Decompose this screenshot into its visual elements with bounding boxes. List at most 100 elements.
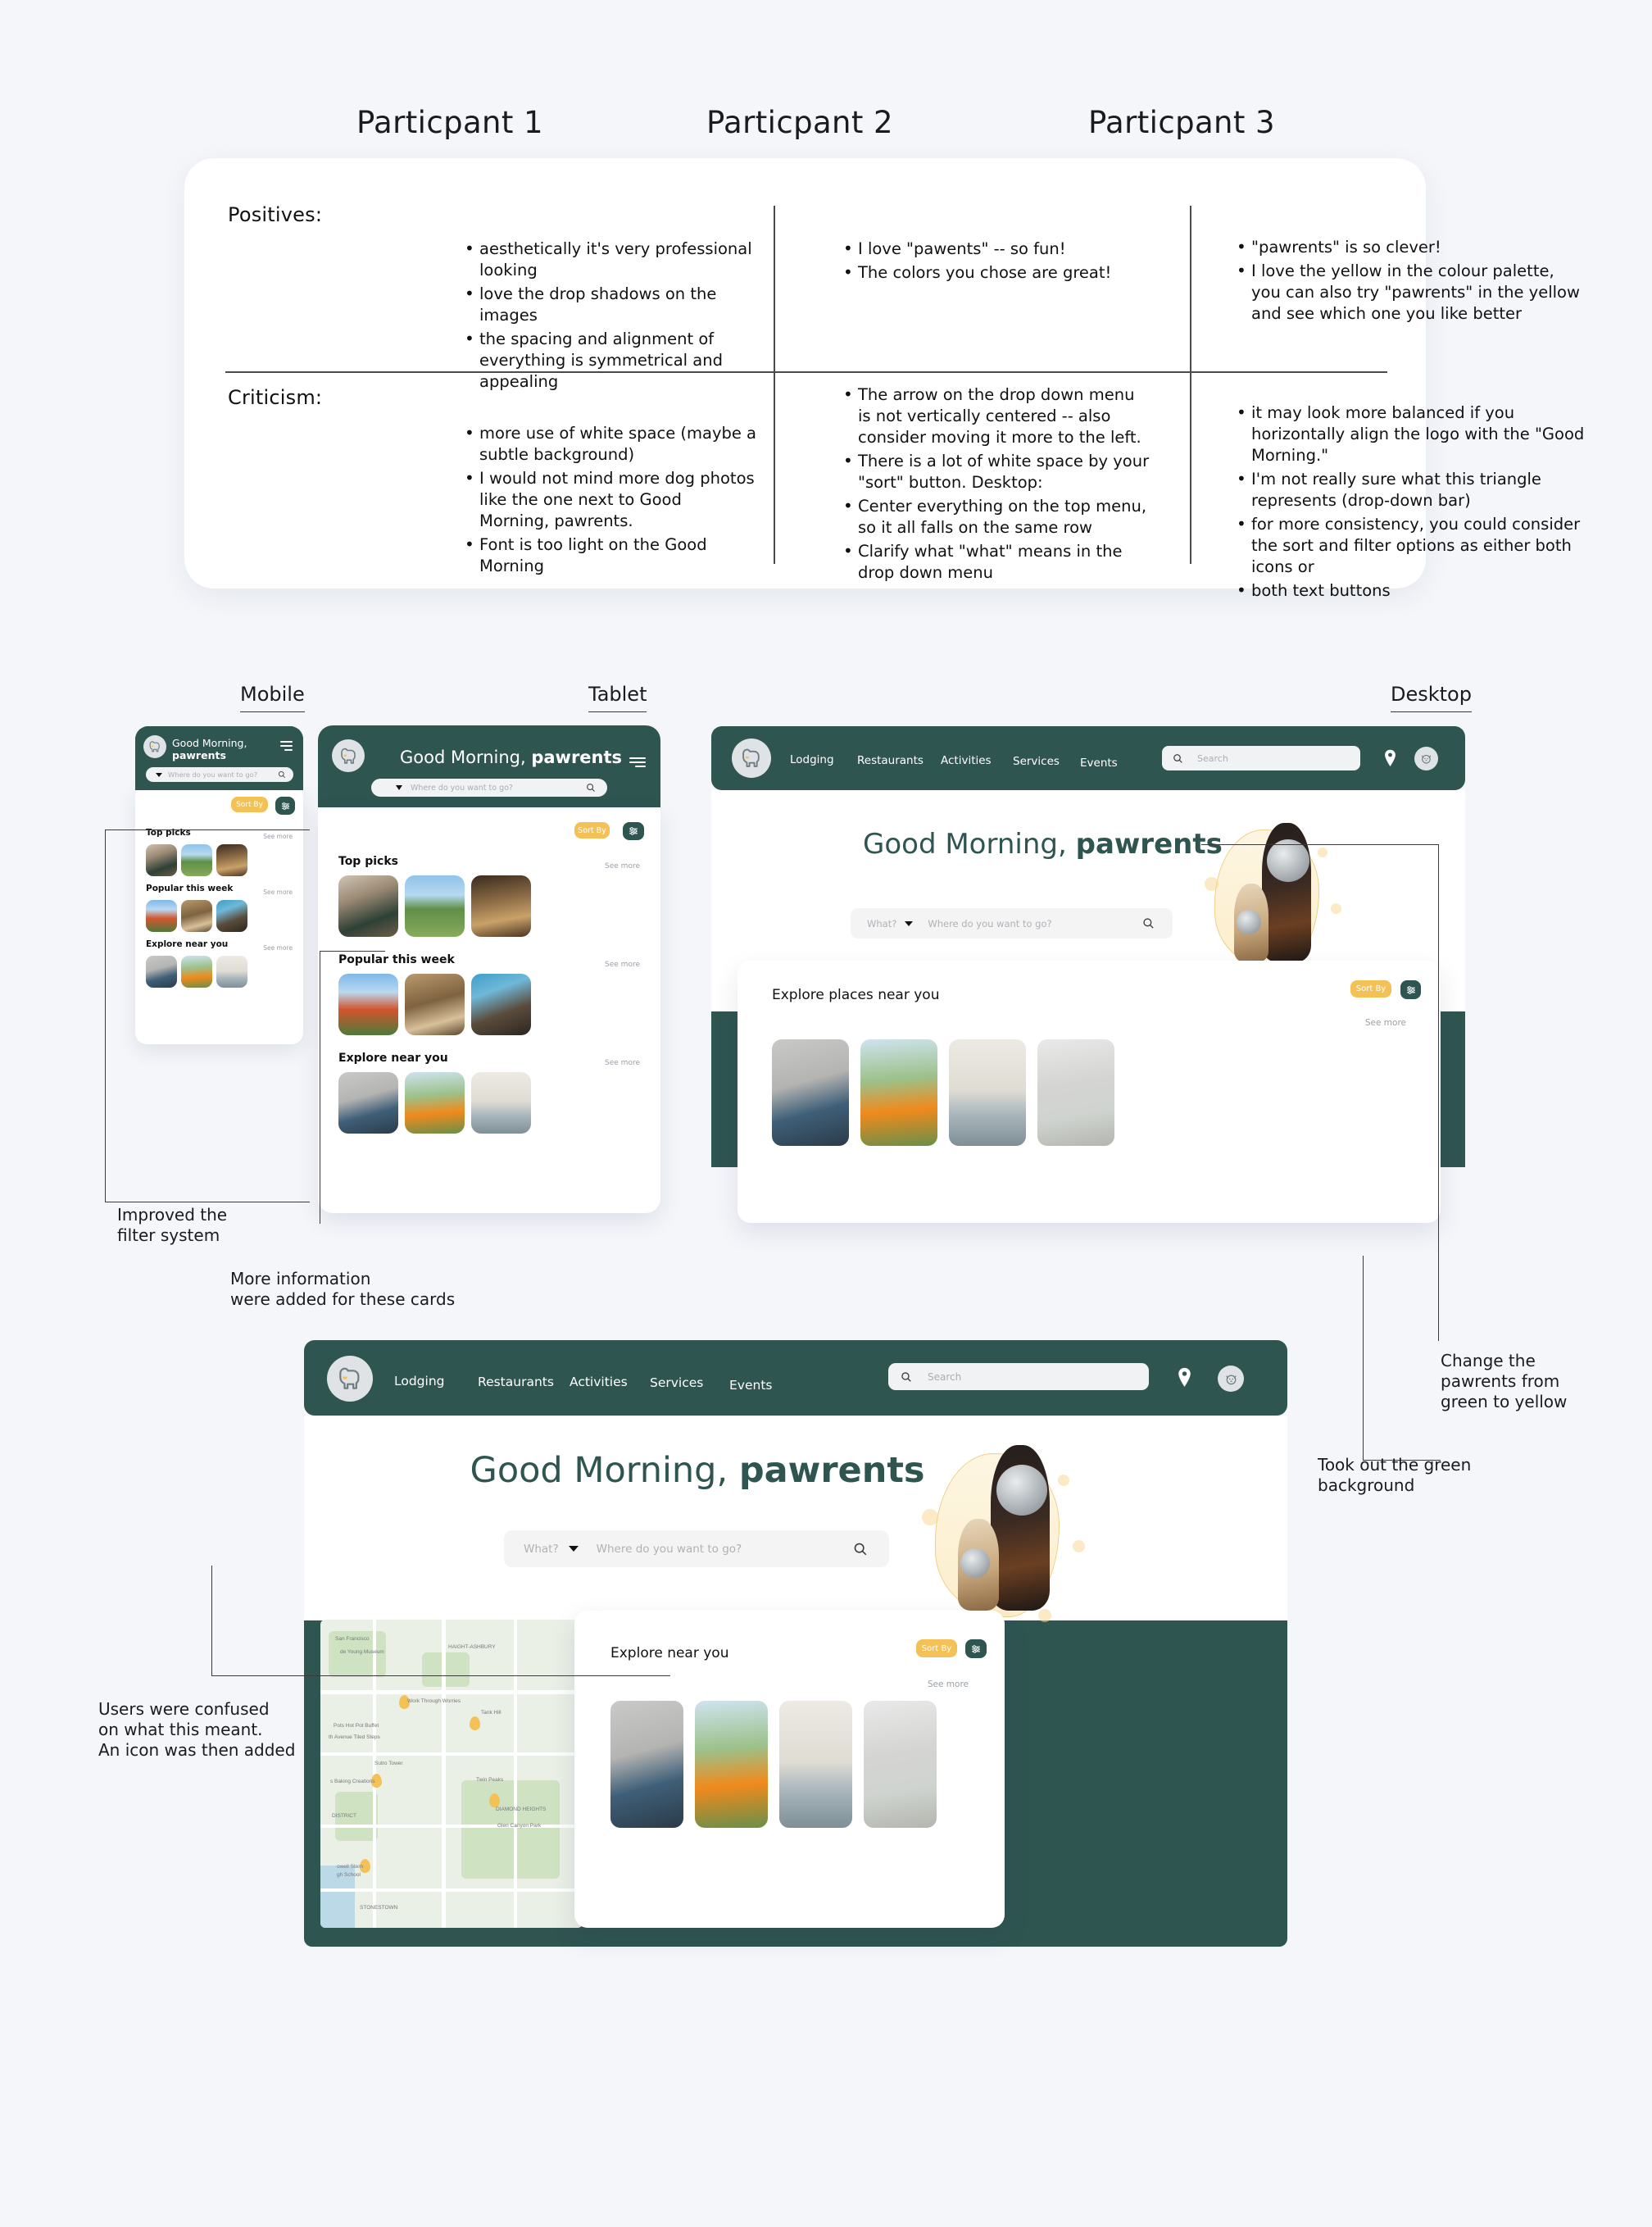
caret-down-icon[interactable] bbox=[905, 920, 914, 926]
mobile-filter-button[interactable] bbox=[275, 797, 295, 815]
nav-item-services[interactable]: Services bbox=[1013, 755, 1060, 768]
map-label: STONESTOWN bbox=[360, 1905, 398, 1911]
case-study-page: Particpant 1 Particpant 2 Particpant 3 P… bbox=[0, 0, 1652, 2227]
dog-avatar-icon[interactable] bbox=[1218, 1366, 1244, 1392]
card-thumbnail[interactable] bbox=[695, 1701, 768, 1828]
nav-item-services[interactable]: Services bbox=[650, 1375, 703, 1390]
participant-3-criticism: it may look more balanced if you horizon… bbox=[1233, 402, 1586, 604]
tablet-brand: Good Morning, pawrents bbox=[400, 748, 622, 767]
tablet-see-more-1[interactable]: See more bbox=[605, 961, 640, 969]
card-thumbnail[interactable] bbox=[405, 875, 465, 937]
nav-item-restaurants[interactable]: Restaurants bbox=[478, 1375, 554, 1389]
mobile-search-bar-front[interactable]: Where do you want to go? bbox=[146, 767, 293, 782]
hero-what-label[interactable]: What? bbox=[867, 918, 896, 929]
brand-name: pawrents bbox=[531, 748, 623, 767]
brand-greeting: Good Morning, bbox=[470, 1450, 739, 1491]
hamburger-menu-icon[interactable] bbox=[629, 757, 646, 768]
map-pin[interactable] bbox=[489, 1793, 500, 1807]
nav-item-events[interactable]: Events bbox=[729, 1378, 772, 1393]
nav-item-restaurants[interactable]: Restaurants bbox=[857, 754, 924, 767]
dog-logo-icon[interactable] bbox=[143, 735, 166, 758]
final-see-more[interactable]: See more bbox=[928, 1679, 969, 1689]
nav-item-activities[interactable]: Activities bbox=[570, 1375, 628, 1389]
card-thumbnail[interactable] bbox=[860, 1039, 937, 1146]
final-search-bar[interactable]: Search bbox=[888, 1363, 1149, 1390]
caret-down-icon[interactable] bbox=[568, 1546, 579, 1552]
hamburger-menu-icon[interactable] bbox=[280, 741, 293, 751]
card-thumbnail[interactable] bbox=[772, 1039, 849, 1146]
nav-item-lodging[interactable]: Lodging bbox=[790, 753, 834, 766]
caret-down-icon[interactable] bbox=[156, 772, 162, 777]
search-icon[interactable] bbox=[1142, 917, 1155, 929]
hero-dot bbox=[922, 1509, 938, 1525]
card-thumbnail[interactable] bbox=[405, 1072, 465, 1134]
hero-where-placeholder: Where do you want to go? bbox=[596, 1542, 742, 1556]
desktop-nav-links: Lodging Restaurants Activities Services … bbox=[790, 753, 1134, 773]
desktop-search-bar[interactable]: Search bbox=[1162, 746, 1360, 770]
map-label: owell Stern bbox=[337, 1864, 364, 1870]
tablet-see-more-2[interactable]: See more bbox=[605, 1059, 640, 1067]
list-item: Center everything on the top menu, so it… bbox=[840, 495, 1151, 539]
card-thumbnail[interactable] bbox=[405, 974, 465, 1035]
card-thumbnail[interactable] bbox=[471, 1072, 531, 1134]
card-thumbnail[interactable] bbox=[338, 875, 398, 937]
caret-down-icon[interactable] bbox=[396, 785, 402, 790]
final-hero-search[interactable]: What? Where do you want to go? bbox=[504, 1530, 889, 1567]
map-pin[interactable] bbox=[470, 1716, 480, 1730]
desktop-explore-title: Explore places near you bbox=[772, 987, 940, 1003]
dog-logo-icon[interactable] bbox=[332, 739, 365, 772]
card-thumbnail[interactable] bbox=[1037, 1039, 1114, 1146]
location-pin-icon[interactable] bbox=[1177, 1367, 1192, 1388]
tablet-search-bar[interactable]: Where do you want to go? bbox=[371, 779, 607, 797]
leader-line-users-confused bbox=[211, 1566, 670, 1676]
hero-where-placeholder: Where do you want to go? bbox=[928, 917, 1052, 929]
card-thumbnail[interactable] bbox=[864, 1701, 937, 1828]
map-label: Glen Canyon Park bbox=[497, 1823, 542, 1829]
mobile-search-placeholder: Where do you want to go? bbox=[168, 770, 258, 779]
map-park-area bbox=[461, 1780, 560, 1879]
dog-avatar-icon[interactable] bbox=[1414, 747, 1438, 770]
list-item: more use of white space (maybe a subtle … bbox=[461, 422, 756, 466]
list-item: both text buttons bbox=[1233, 579, 1586, 602]
final-filter-button[interactable] bbox=[965, 1639, 987, 1658]
dog-logo-icon[interactable] bbox=[327, 1356, 373, 1402]
card-thumbnail[interactable] bbox=[779, 1701, 852, 1828]
dog-logo-icon[interactable] bbox=[732, 739, 771, 778]
card-thumbnail[interactable] bbox=[471, 875, 531, 937]
card-thumbnail[interactable] bbox=[471, 974, 531, 1035]
mobile-sort-by-button[interactable]: Sort By bbox=[231, 797, 268, 812]
search-icon[interactable] bbox=[278, 770, 286, 779]
map-label: Work Through Worries bbox=[407, 1698, 461, 1704]
leader-line-green-bg bbox=[1363, 1256, 1441, 1461]
nav-item-activities[interactable]: Activities bbox=[941, 754, 992, 767]
desktop-hero-search[interactable]: What? Where do you want to go? bbox=[851, 908, 1173, 939]
tablet-sort-by-button[interactable]: Sort By bbox=[574, 822, 610, 839]
list-item: the spacing and alignment of everything … bbox=[461, 328, 756, 393]
hero-what-label[interactable]: What? bbox=[524, 1543, 559, 1556]
list-item: it may look more balanced if you horizon… bbox=[1233, 402, 1586, 466]
tablet-filter-button[interactable] bbox=[623, 822, 644, 840]
label-desktop: Desktop bbox=[1391, 683, 1472, 712]
tablet-see-more-0[interactable]: See more bbox=[605, 862, 640, 870]
nav-item-lodging[interactable]: Lodging bbox=[394, 1374, 445, 1388]
list-item: I love the yellow in the colour palette,… bbox=[1233, 260, 1586, 325]
positives-label: Positives: bbox=[228, 203, 323, 226]
card-thumbnail[interactable] bbox=[610, 1701, 683, 1828]
list-item: The colors you chose are great! bbox=[840, 261, 1151, 284]
map-label: s Baking Creations bbox=[330, 1779, 375, 1784]
grid-divider-vertical-1 bbox=[774, 206, 775, 564]
tablet-search-placeholder: Where do you want to go? bbox=[411, 783, 513, 793]
card-thumbnail[interactable] bbox=[949, 1039, 1026, 1146]
search-icon[interactable] bbox=[586, 783, 596, 793]
desktop-search-placeholder: Search bbox=[1197, 752, 1228, 764]
map-road bbox=[320, 1690, 583, 1694]
participant-2-positives: I love "pawents" -- so fun! The colors y… bbox=[840, 238, 1151, 286]
dog-hero-illustration bbox=[910, 1424, 1107, 1629]
search-icon[interactable] bbox=[853, 1542, 868, 1557]
hero-dot bbox=[1058, 1475, 1069, 1486]
location-pin-icon[interactable] bbox=[1383, 749, 1397, 767]
map-road bbox=[320, 1888, 583, 1892]
nav-item-events[interactable]: Events bbox=[1080, 757, 1118, 770]
final-sort-by-button[interactable]: Sort By bbox=[916, 1639, 957, 1657]
filter-sliders-icon bbox=[972, 1644, 980, 1653]
